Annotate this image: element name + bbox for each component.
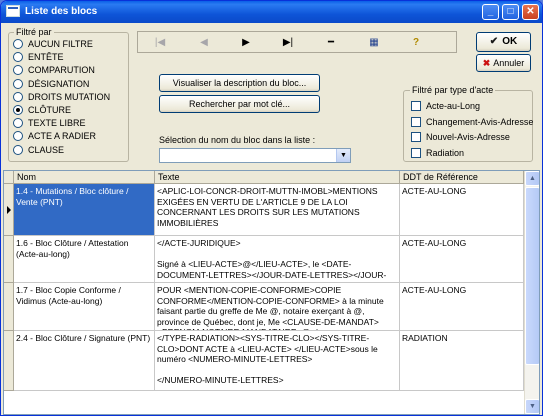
scroll-down-icon[interactable]: ▼ <box>525 399 539 414</box>
table-cell-ddt[interactable]: ACTE-AU-LONG <box>400 283 524 331</box>
search-by-keyword-button[interactable]: Rechercher par mot clé... <box>159 95 320 113</box>
filter-option-0[interactable]: AUCUN FILTRE <box>13 37 93 51</box>
filter-option-4[interactable]: DROITS MUTATION <box>13 90 110 104</box>
act-type-label: Nouvel-Avis-Adresse <box>426 132 510 142</box>
radio-button[interactable] <box>13 52 23 63</box>
act-type-label: Acte-au-Long <box>426 101 481 111</box>
radio-button[interactable] <box>13 105 23 115</box>
filter-option-7[interactable]: ACTE A RADIER <box>13 129 96 143</box>
radio-button[interactable] <box>13 131 23 142</box>
table-cell-texte[interactable]: </ACTE-JURIDIQUE> Signé à <LIEU-ACTE>@</… <box>155 236 400 283</box>
help-icon[interactable]: ? <box>404 35 428 50</box>
filter-option-label: COMPARUTION <box>28 65 95 76</box>
row-selector[interactable] <box>4 283 14 331</box>
table-cell-texte[interactable]: POUR <MENTION-COPIE-CONFORME>COPIE CONFO… <box>155 283 400 331</box>
minimize-button[interactable]: _ <box>482 4 499 20</box>
filter-option-label: DÉSIGNATION <box>28 78 90 89</box>
maximize-button[interactable]: □ <box>502 4 519 20</box>
row-selector-header <box>4 171 14 184</box>
previous-record-icon[interactable]: ◀ <box>192 35 216 50</box>
column-header-texte[interactable]: Texte <box>155 171 400 184</box>
cancel-label: Annuler <box>493 58 525 68</box>
table-cell-texte[interactable]: </TYPE-RADIATION><SYS-TITRE-CLO></SYS-TI… <box>155 331 400 391</box>
radio-button[interactable] <box>13 91 23 102</box>
table-cell-nom[interactable]: 1.6 - Bloc Clôture / Attestation (Acte-a… <box>14 236 155 283</box>
grid-view-icon[interactable]: ▦ <box>362 35 386 50</box>
checkbox[interactable] <box>411 132 421 142</box>
filter-option-label: AUCUN FILTRE <box>28 39 93 49</box>
checkbox[interactable] <box>411 147 421 158</box>
scrollbar-thumb[interactable] <box>525 187 539 365</box>
blocks-table: Nom Texte DDT de Référence 1.4 - Mutatio… <box>3 170 540 415</box>
table-cell-texte[interactable]: <APLIC-LOI-CONCR-DROIT-MUTTN-IMOBL>MENTI… <box>155 184 400 236</box>
block-name-select[interactable]: ▼ <box>159 148 351 163</box>
row-selector[interactable] <box>4 184 14 236</box>
radio-button[interactable] <box>13 144 23 155</box>
filter-option-3[interactable]: DÉSIGNATION <box>13 77 89 91</box>
last-record-icon[interactable]: ▶| <box>276 35 300 50</box>
ok-button[interactable]: ✔ OK <box>476 32 531 52</box>
filter-option-label: ENTÊTE <box>28 52 64 63</box>
table-cell-nom[interactable]: 1.4 - Mutations / Bloc clôture / Vente (… <box>14 184 155 236</box>
checkbox[interactable] <box>411 116 421 127</box>
delete-record-icon[interactable]: ━ <box>319 35 343 50</box>
radio-button[interactable] <box>13 65 23 76</box>
view-description-button[interactable]: Visualiser la description du bloc... <box>159 74 320 92</box>
liste-des-blocs-window: Liste des blocs _ □ ✕ Filtré par AUCUN F… <box>0 0 543 416</box>
first-record-icon[interactable]: |◀ <box>148 35 172 50</box>
ok-label: OK <box>502 36 518 47</box>
filter-option-label: ACTE A RADIER <box>28 131 97 142</box>
checkmark-icon: ✔ <box>489 36 499 47</box>
column-header-nom[interactable]: Nom <box>14 171 155 184</box>
act-type-option-3[interactable]: Radiation <box>411 146 464 160</box>
chevron-down-icon[interactable]: ▼ <box>336 149 350 162</box>
row-selector[interactable] <box>4 331 14 391</box>
cancel-button[interactable]: ✖ Annuler <box>476 54 531 72</box>
act-type-label: Changement-Avis-Adresse <box>426 116 534 127</box>
table-cell-ddt[interactable]: ACTE-AU-LONG <box>400 236 524 283</box>
cancel-x-icon: ✖ <box>482 58 491 68</box>
checkbox[interactable] <box>411 101 421 111</box>
filter-by-legend: Filtré par <box>14 27 54 37</box>
act-type-option-2[interactable]: Nouvel-Avis-Adresse <box>411 130 510 144</box>
act-type-legend: Filtré par type d'acte <box>410 85 496 95</box>
filter-option-label: TEXTE LIBRE <box>28 118 86 129</box>
navigation-toolbar: |◀ ◀ ▶ ▶| ━ ▦ ? <box>137 31 457 53</box>
column-header-ddt[interactable]: DDT de Référence <box>400 171 524 184</box>
table-cell-nom[interactable]: 1.7 - Bloc Copie Conforme / Vidimus (Act… <box>14 283 155 331</box>
filter-option-label: CLÔTURE <box>28 105 72 115</box>
window-app-icon <box>6 5 20 17</box>
filter-option-label: CLAUSE <box>28 144 65 155</box>
filter-option-8[interactable]: CLAUSE <box>13 143 64 157</box>
title-bar: Liste des blocs _ □ ✕ <box>1 1 542 23</box>
close-button[interactable]: ✕ <box>522 4 539 20</box>
block-name-selection-label: Sélection du nom du bloc dans la liste : <box>159 135 316 145</box>
window-title: Liste des blocs <box>25 6 98 17</box>
filter-option-1[interactable]: ENTÊTE <box>13 50 64 64</box>
table-cell-ddt[interactable]: RADIATION <box>400 331 524 391</box>
act-type-label: Radiation <box>426 147 465 158</box>
current-row-arrow-icon <box>7 206 11 214</box>
filter-option-5[interactable]: CLÔTURE <box>13 103 71 117</box>
next-record-icon[interactable]: ▶ <box>234 35 258 50</box>
vertical-scrollbar[interactable]: ▲ ▼ <box>524 171 539 414</box>
table-cell-ddt[interactable]: ACTE-AU-LONG <box>400 184 524 236</box>
radio-button[interactable] <box>13 39 23 49</box>
table-cell-nom[interactable]: 2.4 - Bloc Clôture / Signature (PNT) <box>14 331 155 391</box>
row-selector[interactable] <box>4 236 14 283</box>
filter-option-2[interactable]: COMPARUTION <box>13 63 95 77</box>
scroll-up-icon[interactable]: ▲ <box>525 171 539 186</box>
radio-button[interactable] <box>13 118 23 129</box>
filter-option-6[interactable]: TEXTE LIBRE <box>13 116 86 130</box>
radio-button[interactable] <box>13 78 23 89</box>
act-type-option-0[interactable]: Acte-au-Long <box>411 99 480 113</box>
act-type-option-1[interactable]: Changement-Avis-Adresse <box>411 115 533 129</box>
filter-option-label: DROITS MUTATION <box>28 91 111 102</box>
